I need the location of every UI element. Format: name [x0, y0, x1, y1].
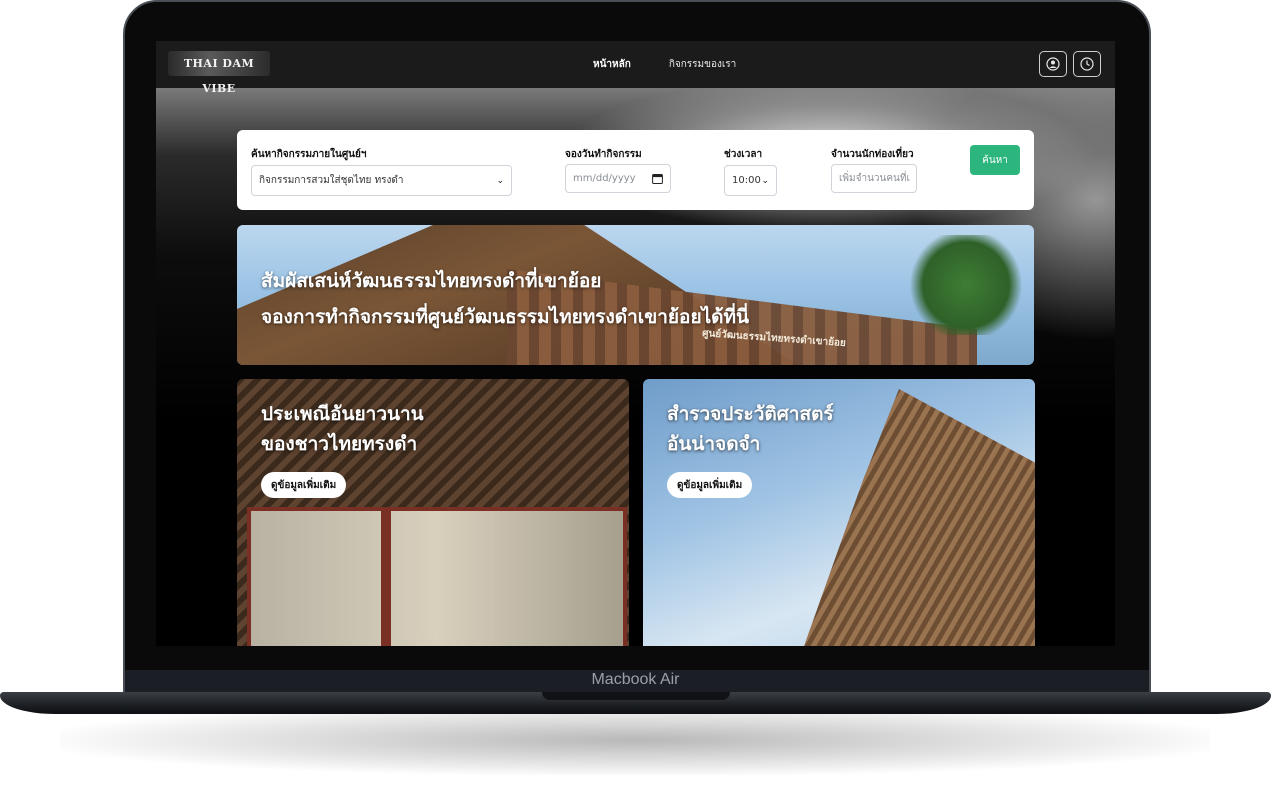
date-label: จองวันทำกิจกรรม — [565, 149, 642, 160]
date-input-placeholder: mm/dd/yyyy — [573, 173, 636, 184]
more-info-button[interactable]: ดูข้อมูลเพิ่มเติม — [261, 472, 347, 498]
clock-icon — [1080, 57, 1094, 71]
navbar: THAI DAM VIBE หน้าหลัก กิจกรรมของเรา — [156, 41, 1115, 95]
profile-button[interactable] — [1039, 51, 1067, 77]
nav-link-activities[interactable]: กิจกรรมของเรา — [669, 57, 736, 72]
card-title: สำรวจประวัติศาสตร์ อันน่าจดจำ — [667, 399, 834, 459]
tradition-card: ประเพณีอันยาวนาน ของชาวไทยทรงดำ ดูข้อมูล… — [237, 379, 629, 646]
site-logo[interactable]: THAI DAM VIBE — [168, 51, 270, 95]
search-card: ค้นหากิจกรรมภายในศูนย์ฯ กิจกรรมการสวมใส่… — [237, 130, 1034, 210]
time-select-value: 10:00 — [732, 175, 761, 186]
banner-title: สัมผัสเสน่ห์วัฒนธรรมไทยทรงดำที่เขาย้อย จ… — [261, 263, 749, 335]
visitors-input-placeholder: เพิ่มจำนวนคนที่เ — [839, 173, 910, 184]
banner-title-line2: จองการทำกิจกรรมที่ศูนย์วัฒนธรรมไทยทรงดำเ… — [261, 306, 749, 328]
history-card: สำรวจประวัติศาสตร์ อันน่าจดจำ ดูข้อมูลเพ… — [643, 379, 1035, 646]
card-title: ประเพณีอันยาวนาน ของชาวไทยทรงดำ — [261, 399, 424, 459]
browser-screen: THAI DAM VIBE หน้าหลัก กิจกรรมของเรา ค้น… — [156, 41, 1115, 646]
time-label: ช่วงเวลา — [724, 149, 763, 160]
search-button[interactable]: ค้นหา — [970, 145, 1020, 175]
hero-banner: ศูนย์วัฒนธรรมไทยทรงดำเขาย้อย สัมผัสเสน่ห… — [237, 225, 1034, 365]
banner-title-line1: สัมผัสเสน่ห์วัฒนธรรมไทยทรงดำที่เขาย้อย — [261, 270, 602, 292]
chevron-down-icon: ⌄ — [761, 175, 769, 186]
nav-links: หน้าหลัก กิจกรรมของเรา — [593, 57, 736, 72]
activity-label: ค้นหากิจกรรมภายในศูนย์ฯ — [251, 149, 367, 160]
banner-tree-image — [906, 235, 1026, 335]
visitors-label: จำนวนนักท่องเที่ยว — [831, 149, 914, 160]
thatched-roof-image — [803, 389, 1035, 646]
card-title-line2: อันน่าจดจำ — [667, 433, 761, 455]
device-label: Macbook Air — [591, 671, 680, 688]
nav-link-home[interactable]: หน้าหลัก — [593, 57, 631, 72]
card-title-line2: ของชาวไทยทรงดำ — [261, 433, 418, 455]
more-info-button[interactable]: ดูข้อมูลเพิ่มเติม — [667, 472, 753, 498]
calendar-icon — [652, 174, 663, 184]
frame-divider — [381, 511, 391, 646]
photo-frame-image — [247, 507, 627, 646]
activity-select[interactable]: กิจกรรมการสวมใส่ชุดไทย ทรงดำ ⌄ — [251, 165, 512, 196]
chevron-down-icon: ⌄ — [496, 175, 504, 186]
laptop-shadow — [60, 705, 1210, 775]
date-input[interactable]: mm/dd/yyyy — [565, 164, 671, 193]
laptop-notch — [542, 692, 730, 700]
history-button[interactable] — [1073, 51, 1101, 77]
activity-select-value: กิจกรรมการสวมใส่ชุดไทย ทรงดำ — [259, 175, 404, 186]
time-select[interactable]: 10:00 ⌄ — [724, 165, 777, 196]
nav-icons — [1039, 51, 1101, 77]
card-title-line1: ประเพณีอันยาวนาน — [261, 403, 424, 425]
user-circle-icon — [1046, 57, 1060, 71]
visitors-input[interactable]: เพิ่มจำนวนคนที่เ — [831, 164, 917, 193]
card-title-line1: สำรวจประวัติศาสตร์ — [667, 403, 834, 425]
